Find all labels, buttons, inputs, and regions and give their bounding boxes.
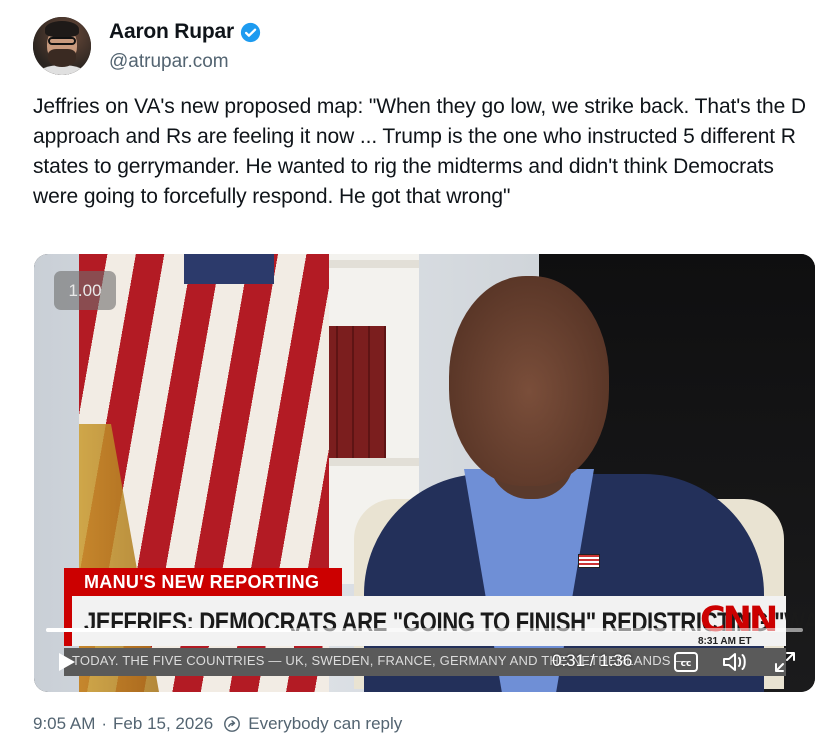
- fullscreen-icon[interactable]: [774, 651, 796, 673]
- video-player[interactable]: 1.00 MANU'S NEW REPORTING JEFFRIES: DEMO…: [34, 254, 815, 692]
- post-date[interactable]: Feb 15, 2026: [113, 714, 213, 734]
- tweet-text: Jeffries on VA's new proposed map: "When…: [33, 95, 806, 208]
- author-handle[interactable]: @atrupar.com: [109, 51, 229, 73]
- reply-audience-icon: [224, 716, 241, 732]
- display-name[interactable]: Aaron Rupar: [109, 20, 234, 44]
- chyron-kicker: MANU'S NEW REPORTING: [64, 568, 342, 596]
- play-icon[interactable]: [54, 650, 78, 674]
- svg-text:cc: cc: [681, 659, 692, 669]
- time-display: 0:31 / 1:36: [552, 651, 633, 670]
- progress-bar[interactable]: [46, 628, 803, 632]
- tweet-header: Aaron Rupar @atrupar.com: [33, 17, 733, 77]
- verified-badge-icon: [240, 22, 261, 42]
- cnn-logo: CNN: [700, 600, 778, 640]
- playback-speed-badge[interactable]: 1.00: [54, 271, 116, 310]
- reply-setting[interactable]: Everybody can reply: [248, 714, 402, 734]
- video-controls: 0:31 / 1:36 cc: [34, 646, 815, 678]
- post-time[interactable]: 9:05 AM: [33, 714, 95, 734]
- name-row: Aaron Rupar: [109, 20, 261, 44]
- volume-icon[interactable]: [722, 650, 748, 674]
- tweet-footer: 9:05 AM · Feb 15, 2026 Everybody can rep…: [33, 714, 402, 734]
- avatar[interactable]: [33, 17, 91, 75]
- separator: ·: [101, 714, 108, 733]
- flag-pin: [578, 554, 600, 568]
- closed-captions-icon[interactable]: cc: [674, 652, 698, 672]
- progress-fill: [46, 628, 291, 632]
